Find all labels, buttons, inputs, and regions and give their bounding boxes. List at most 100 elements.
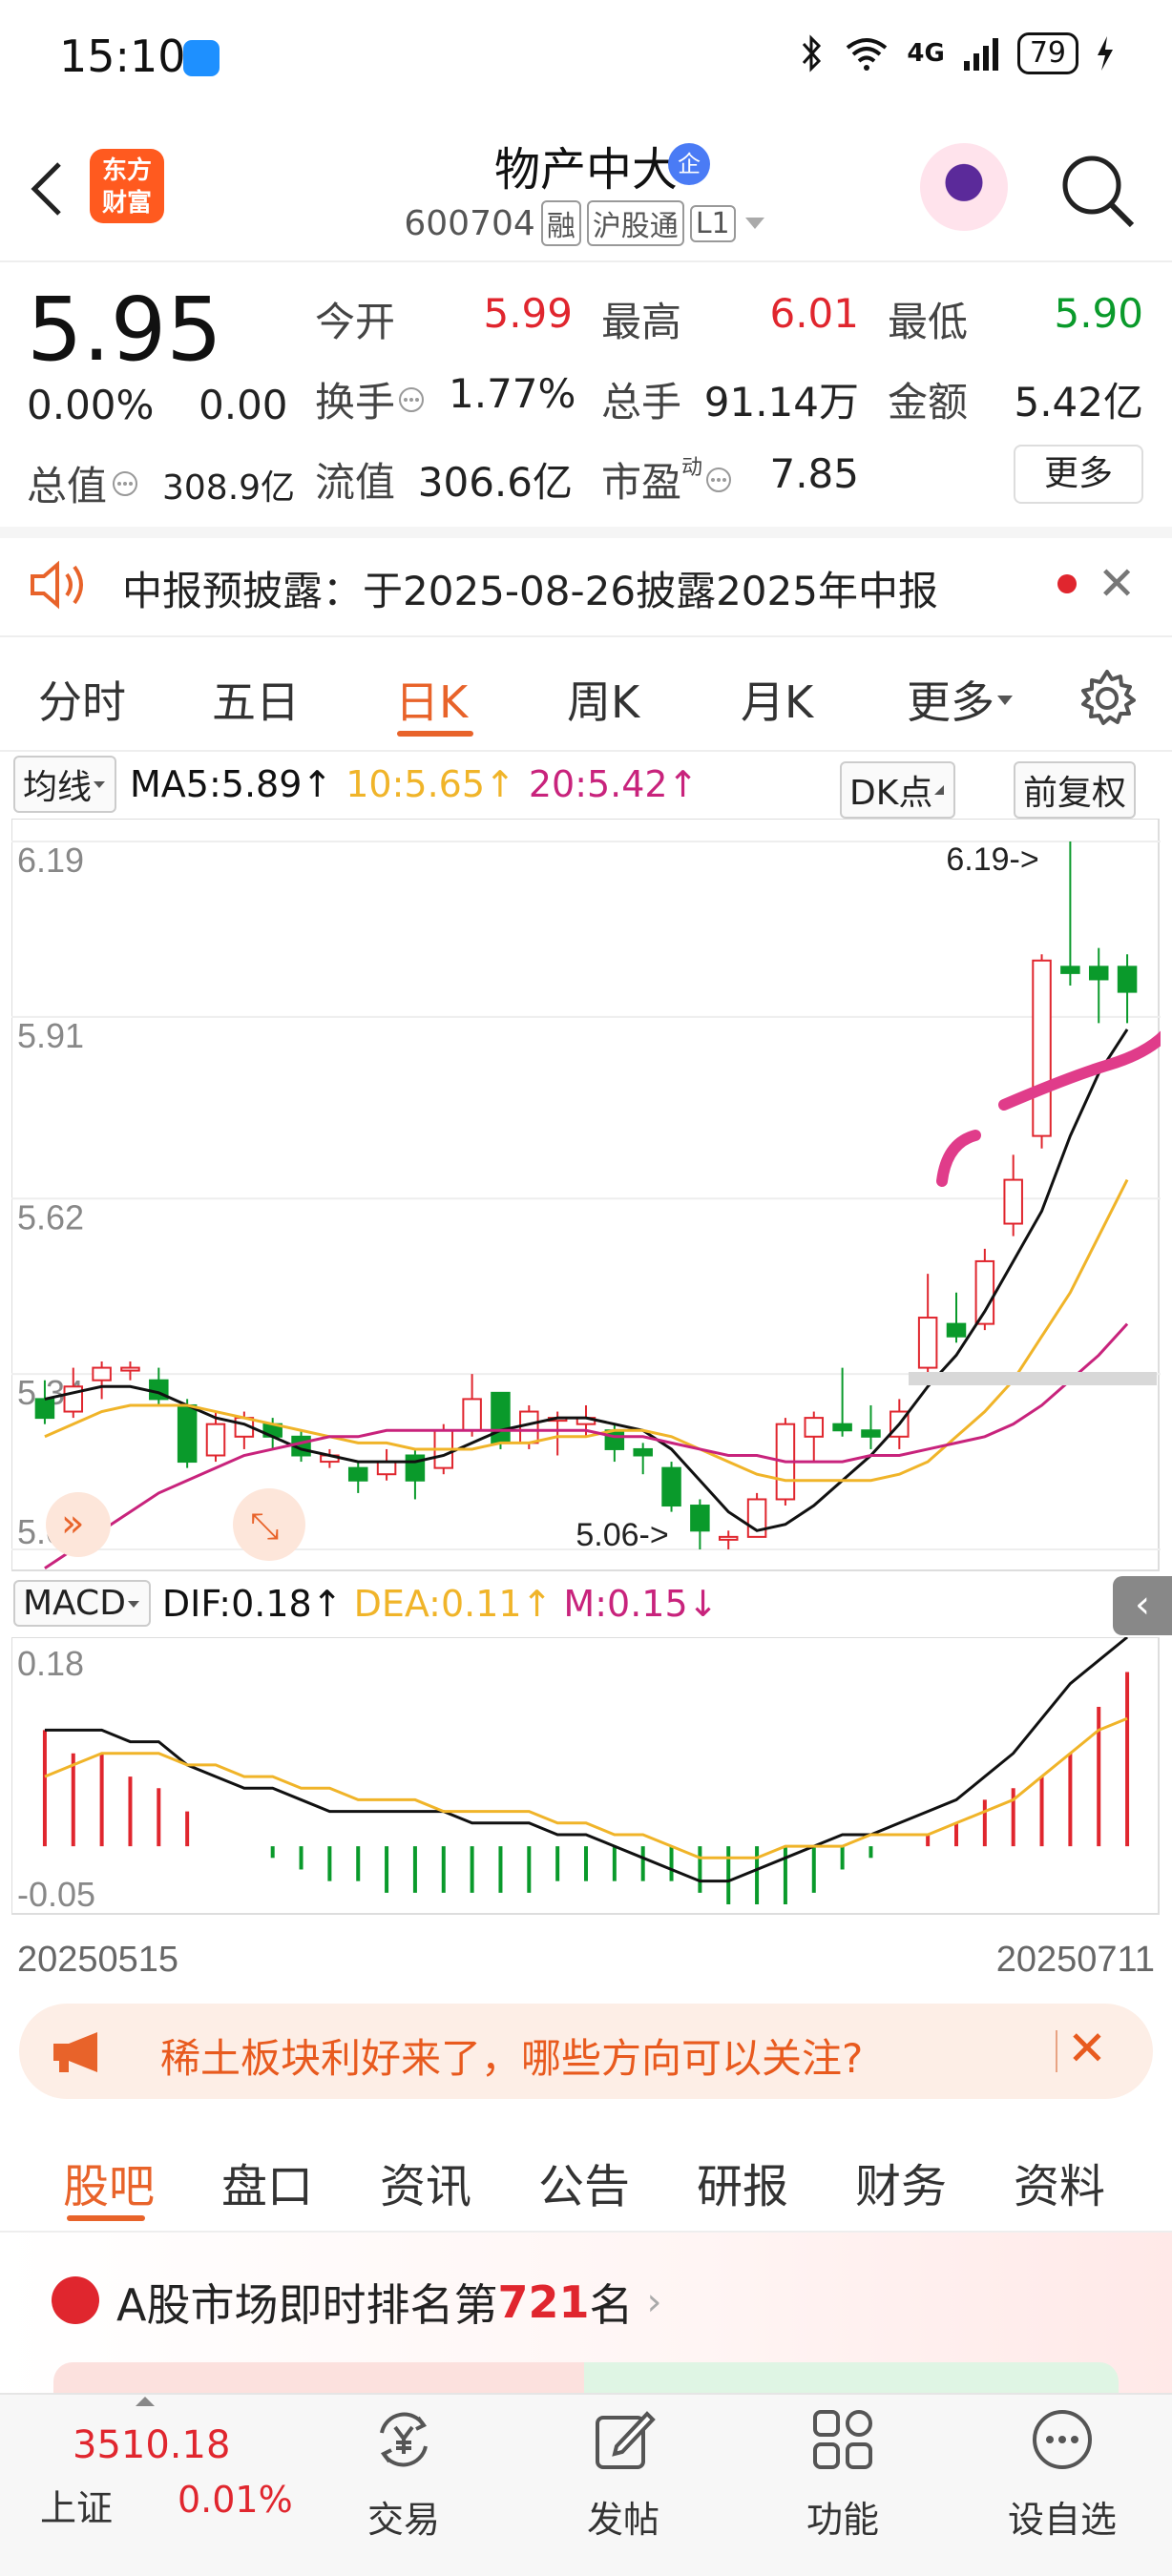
index-name: 上证 — [40, 2487, 114, 2529]
nav-post[interactable]: 发帖 — [552, 2404, 695, 2543]
high-annotation: 6.19-> — [946, 841, 1038, 878]
tab-announcements[interactable]: 公告 — [538, 2149, 630, 2215]
low-annotation: 5.06-> — [576, 1517, 668, 1553]
nav-add-watchlist[interactable]: 设自选 — [991, 2404, 1134, 2543]
tab-profile[interactable]: 资料 — [1014, 2149, 1105, 2215]
tab-weekly-k[interactable]: 周K — [567, 668, 639, 731]
close-icon[interactable]: ✕ — [1098, 557, 1136, 611]
gear-icon[interactable] — [1077, 668, 1138, 729]
nav-trade-label: 交易 — [366, 2499, 440, 2541]
rank-number: 721 — [497, 2276, 590, 2328]
indicator-selector-label: MACD — [23, 1584, 126, 1623]
turnover-value: 1.77% — [449, 370, 576, 417]
pe-value: 7.85 — [769, 450, 859, 497]
network-type: 4G — [907, 39, 945, 68]
nav-functions-label: 功能 — [806, 2499, 879, 2541]
volume-value: 91.14万 — [703, 379, 859, 426]
candle-body — [1088, 966, 1109, 981]
candle-body — [661, 1466, 681, 1507]
active-tab-indicator — [67, 2215, 145, 2221]
tab-more[interactable]: 更多 — [907, 668, 1015, 731]
candlestick-chart[interactable]: 6.195.915.625.345.066.19->5.06->»⤡ — [11, 819, 1161, 1572]
turnover-label[interactable]: 换手 — [315, 370, 426, 428]
candle-body — [519, 1410, 539, 1444]
y-tick-label: 5.62 — [17, 1197, 84, 1236]
assistant-robot-icon[interactable] — [920, 143, 1008, 231]
y-tick-label: 0.18 — [17, 1644, 84, 1683]
apps-icon — [813, 2410, 872, 2469]
rank-prefix: A股市场即时排名第 — [116, 2279, 498, 2331]
charging-icon — [1098, 36, 1113, 71]
nav-functions[interactable]: 功能 — [771, 2404, 914, 2543]
candle-body — [491, 1391, 511, 1444]
pe-label-text: 市盈 — [601, 459, 682, 506]
double-chevron-icon: » — [61, 1502, 84, 1546]
collapse-panel-button[interactable]: ‹ — [1113, 1576, 1172, 1635]
notice-text: 中报预披露：于2025-08-26披露2025年中报 — [122, 568, 938, 614]
candle-body — [34, 1398, 55, 1420]
message-icon — [183, 40, 220, 76]
candle-body — [690, 1505, 710, 1532]
ma5-value: MA5:5.89↑ — [130, 763, 333, 805]
total-cap-label[interactable]: 总值 — [27, 454, 139, 512]
candle-body — [120, 1366, 140, 1372]
search-icon[interactable] — [1057, 151, 1138, 231]
high-value: 6.01 — [769, 290, 859, 337]
tab-intraday[interactable]: 分时 — [38, 668, 126, 731]
candle-body — [1060, 966, 1080, 974]
nav-post-label: 发帖 — [586, 2499, 659, 2541]
tag-connect: 沪股通 — [586, 200, 684, 246]
current-price: 5.95 — [27, 279, 222, 381]
float-cap-value: 306.6亿 — [417, 459, 573, 506]
ma-selector-label: 均线 — [23, 768, 93, 807]
speaker-icon — [31, 560, 83, 610]
ma20-value: 20:5.42↑ — [528, 763, 699, 805]
info-circle-icon — [706, 467, 732, 492]
m-value: M:0.15↓ — [563, 1582, 719, 1625]
enterprise-badge: 企 — [668, 143, 710, 185]
tab-daily-k[interactable]: 日K — [395, 668, 468, 731]
tab-five-day[interactable]: 五日 — [212, 668, 300, 731]
candle-body — [917, 1317, 938, 1369]
ma-selector[interactable]: 均线 — [13, 756, 117, 813]
tab-monthly-k[interactable]: 月K — [741, 668, 813, 731]
candle-body — [92, 1366, 112, 1381]
adjust-button[interactable]: 前复权 — [1014, 761, 1137, 819]
change-amount: 0.00 — [199, 382, 288, 428]
up-arrow-icon — [136, 2397, 155, 2406]
open-value: 5.99 — [483, 290, 573, 337]
total-cap-value: 308.9亿 — [162, 468, 296, 508]
tab-forum[interactable]: 股吧 — [63, 2149, 155, 2215]
divider — [0, 750, 1172, 752]
rank-link[interactable]: A股市场即时排名第 721 名 › — [116, 2271, 662, 2334]
stock-code: 600704 — [404, 203, 535, 243]
indicator-selector[interactable]: MACD — [13, 1580, 151, 1627]
chevron-right-icon: › — [646, 2280, 662, 2324]
megaphone-icon — [53, 2032, 97, 2072]
tab-news[interactable]: 资讯 — [380, 2149, 471, 2215]
index-change: 0.01% — [178, 2479, 293, 2521]
candle-body — [633, 1447, 653, 1457]
tab-financials[interactable]: 财务 — [855, 2149, 947, 2215]
dropdown-triangle-icon — [127, 1600, 139, 1608]
rank-chart-icon — [52, 2276, 99, 2324]
pe-label[interactable]: 市盈 动 — [601, 450, 733, 509]
tag-level: L1 — [689, 204, 736, 242]
dk-label: DK点 — [849, 774, 933, 813]
divider — [1056, 2030, 1057, 2072]
tab-order-book[interactable]: 盘口 — [221, 2149, 313, 2215]
tab-research[interactable]: 研报 — [697, 2149, 788, 2215]
close-icon[interactable]: ✕ — [1067, 2021, 1107, 2076]
low-value: 5.90 — [1054, 290, 1143, 337]
yuan-cycle-icon — [380, 2412, 428, 2467]
dk-point-button[interactable]: DK点 — [840, 761, 956, 819]
dropdown-triangle-icon — [997, 696, 1013, 705]
dea-value: DEA:0.11↑ — [353, 1582, 553, 1625]
open-label: 今开 — [315, 299, 396, 345]
index-value[interactable]: 3510.18 — [73, 2423, 230, 2467]
ma10-value: 10:5.65↑ — [345, 763, 515, 805]
info-circle-icon — [399, 386, 425, 412]
nav-trade[interactable]: 交易 — [332, 2404, 475, 2543]
macd-chart[interactable]: 0.18 -0.05 20250515 20250711 — [11, 1637, 1161, 1990]
more-quote-button[interactable]: 更多 — [1014, 445, 1143, 504]
